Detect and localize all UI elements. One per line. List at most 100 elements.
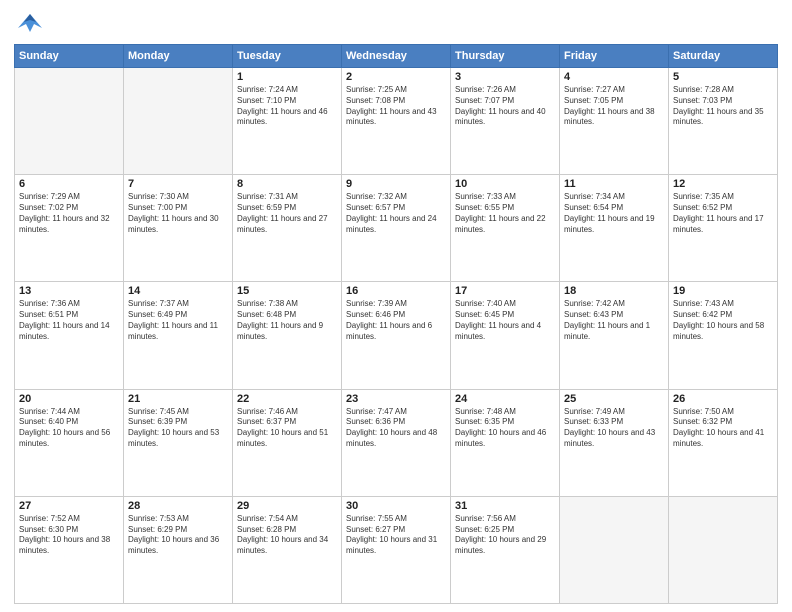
- day-number: 5: [673, 71, 773, 83]
- cell-details: Sunrise: 7:31 AMSunset: 6:59 PMDaylight:…: [237, 192, 337, 235]
- day-number: 14: [128, 285, 228, 297]
- day-number: 8: [237, 178, 337, 190]
- calendar-cell: 3 Sunrise: 7:26 AMSunset: 7:07 PMDaylight…: [451, 68, 560, 175]
- day-number: 9: [346, 178, 446, 190]
- logo-bird-icon: [14, 10, 46, 38]
- day-header-friday: Friday: [560, 45, 669, 68]
- day-number: 4: [564, 71, 664, 83]
- day-number: 7: [128, 178, 228, 190]
- calendar-cell: 12 Sunrise: 7:35 AMSunset: 6:52 PMDayligh…: [669, 175, 778, 282]
- cell-details: Sunrise: 7:39 AMSunset: 6:46 PMDaylight:…: [346, 299, 446, 342]
- cell-details: Sunrise: 7:44 AMSunset: 6:40 PMDaylight:…: [19, 407, 119, 450]
- calendar-cell: 7 Sunrise: 7:30 AMSunset: 7:00 PMDaylight…: [124, 175, 233, 282]
- calendar-week-5: 27 Sunrise: 7:52 AMSunset: 6:30 PMDayligh…: [15, 496, 778, 603]
- day-number: 3: [455, 71, 555, 83]
- calendar-cell: 31 Sunrise: 7:56 AMSunset: 6:25 PMDayligh…: [451, 496, 560, 603]
- day-number: 16: [346, 285, 446, 297]
- calendar-cell: 16 Sunrise: 7:39 AMSunset: 6:46 PMDayligh…: [342, 282, 451, 389]
- day-number: 31: [455, 500, 555, 512]
- cell-details: Sunrise: 7:45 AMSunset: 6:39 PMDaylight:…: [128, 407, 228, 450]
- cell-details: Sunrise: 7:35 AMSunset: 6:52 PMDaylight:…: [673, 192, 773, 235]
- day-number: 29: [237, 500, 337, 512]
- calendar-cell: 29 Sunrise: 7:54 AMSunset: 6:28 PMDayligh…: [233, 496, 342, 603]
- calendar-cell: 14 Sunrise: 7:37 AMSunset: 6:49 PMDayligh…: [124, 282, 233, 389]
- calendar-week-4: 20 Sunrise: 7:44 AMSunset: 6:40 PMDayligh…: [15, 389, 778, 496]
- calendar-cell: 18Sunrise: 7:42 AMSunset: 6:43 PMDayligh…: [560, 282, 669, 389]
- day-number: 17: [455, 285, 555, 297]
- page: SundayMondayTuesdayWednesdayThursdayFrid…: [0, 0, 792, 612]
- calendar-cell: 10 Sunrise: 7:33 AMSunset: 6:55 PMDayligh…: [451, 175, 560, 282]
- calendar-week-3: 13Sunrise: 7:36 AMSunset: 6:51 PMDayligh…: [15, 282, 778, 389]
- calendar-cell: 8 Sunrise: 7:31 AMSunset: 6:59 PMDaylight…: [233, 175, 342, 282]
- cell-details: Sunrise: 7:55 AMSunset: 6:27 PMDaylight:…: [346, 514, 446, 557]
- cell-details: Sunrise: 7:36 AMSunset: 6:51 PMDaylight:…: [19, 299, 119, 342]
- day-number: 30: [346, 500, 446, 512]
- cell-details: Sunrise: 7:54 AMSunset: 6:28 PMDaylight:…: [237, 514, 337, 557]
- logo: [14, 10, 50, 38]
- day-number: 10: [455, 178, 555, 190]
- day-number: 24: [455, 393, 555, 405]
- calendar-cell: [15, 68, 124, 175]
- day-header-thursday: Thursday: [451, 45, 560, 68]
- day-header-wednesday: Wednesday: [342, 45, 451, 68]
- day-number: 12: [673, 178, 773, 190]
- cell-details: Sunrise: 7:50 AMSunset: 6:32 PMDaylight:…: [673, 407, 773, 450]
- cell-details: Sunrise: 7:27 AMSunset: 7:05 PMDaylight:…: [564, 85, 664, 128]
- cell-details: Sunrise: 7:26 AMSunset: 7:07 PMDaylight:…: [455, 85, 555, 128]
- calendar-cell: 9 Sunrise: 7:32 AMSunset: 6:57 PMDaylight…: [342, 175, 451, 282]
- day-header-monday: Monday: [124, 45, 233, 68]
- day-number: 20: [19, 393, 119, 405]
- calendar-cell: 26Sunrise: 7:50 AMSunset: 6:32 PMDayligh…: [669, 389, 778, 496]
- cell-details: Sunrise: 7:32 AMSunset: 6:57 PMDaylight:…: [346, 192, 446, 235]
- calendar-cell: 22Sunrise: 7:46 AMSunset: 6:37 PMDayligh…: [233, 389, 342, 496]
- calendar-cell: 4 Sunrise: 7:27 AMSunset: 7:05 PMDaylight…: [560, 68, 669, 175]
- day-number: 22: [237, 393, 337, 405]
- calendar-cell: [669, 496, 778, 603]
- cell-details: Sunrise: 7:48 AMSunset: 6:35 PMDaylight:…: [455, 407, 555, 450]
- cell-details: Sunrise: 7:52 AMSunset: 6:30 PMDaylight:…: [19, 514, 119, 557]
- calendar-cell: 1Sunrise: 7:24 AMSunset: 7:10 PMDaylight…: [233, 68, 342, 175]
- calendar-week-1: 1Sunrise: 7:24 AMSunset: 7:10 PMDaylight…: [15, 68, 778, 175]
- day-header-saturday: Saturday: [669, 45, 778, 68]
- cell-details: Sunrise: 7:24 AMSunset: 7:10 PMDaylight:…: [237, 85, 337, 128]
- calendar-cell: 2 Sunrise: 7:25 AMSunset: 7:08 PMDaylight…: [342, 68, 451, 175]
- header: [14, 10, 778, 38]
- day-number: 15: [237, 285, 337, 297]
- calendar-cell: 5Sunrise: 7:28 AMSunset: 7:03 PMDaylight…: [669, 68, 778, 175]
- calendar-cell: 28Sunrise: 7:53 AMSunset: 6:29 PMDayligh…: [124, 496, 233, 603]
- day-number: 11: [564, 178, 664, 190]
- cell-details: Sunrise: 7:42 AMSunset: 6:43 PMDaylight:…: [564, 299, 664, 342]
- calendar-cell: 21 Sunrise: 7:45 AMSunset: 6:39 PMDayligh…: [124, 389, 233, 496]
- day-number: 2: [346, 71, 446, 83]
- calendar-cell: 13Sunrise: 7:36 AMSunset: 6:51 PMDayligh…: [15, 282, 124, 389]
- cell-details: Sunrise: 7:40 AMSunset: 6:45 PMDaylight:…: [455, 299, 555, 342]
- calendar-cell: 30 Sunrise: 7:55 AMSunset: 6:27 PMDayligh…: [342, 496, 451, 603]
- cell-details: Sunrise: 7:37 AMSunset: 6:49 PMDaylight:…: [128, 299, 228, 342]
- calendar-cell: [124, 68, 233, 175]
- cell-details: Sunrise: 7:43 AMSunset: 6:42 PMDaylight:…: [673, 299, 773, 342]
- cell-details: Sunrise: 7:25 AMSunset: 7:08 PMDaylight:…: [346, 85, 446, 128]
- calendar-cell: 17 Sunrise: 7:40 AMSunset: 6:45 PMDayligh…: [451, 282, 560, 389]
- day-number: 23: [346, 393, 446, 405]
- calendar-cell: 11 Sunrise: 7:34 AMSunset: 6:54 PMDayligh…: [560, 175, 669, 282]
- day-number: 6: [19, 178, 119, 190]
- day-number: 21: [128, 393, 228, 405]
- calendar-cell: [560, 496, 669, 603]
- calendar-cell: 27 Sunrise: 7:52 AMSunset: 6:30 PMDayligh…: [15, 496, 124, 603]
- cell-details: Sunrise: 7:30 AMSunset: 7:00 PMDaylight:…: [128, 192, 228, 235]
- day-number: 27: [19, 500, 119, 512]
- day-header-tuesday: Tuesday: [233, 45, 342, 68]
- cell-details: Sunrise: 7:34 AMSunset: 6:54 PMDaylight:…: [564, 192, 664, 235]
- cell-details: Sunrise: 7:56 AMSunset: 6:25 PMDaylight:…: [455, 514, 555, 557]
- calendar-cell: 20 Sunrise: 7:44 AMSunset: 6:40 PMDayligh…: [15, 389, 124, 496]
- calendar-cell: 15 Sunrise: 7:38 AMSunset: 6:48 PMDayligh…: [233, 282, 342, 389]
- cell-details: Sunrise: 7:47 AMSunset: 6:36 PMDaylight:…: [346, 407, 446, 450]
- cell-details: Sunrise: 7:33 AMSunset: 6:55 PMDaylight:…: [455, 192, 555, 235]
- cell-details: Sunrise: 7:38 AMSunset: 6:48 PMDaylight:…: [237, 299, 337, 342]
- day-number: 28: [128, 500, 228, 512]
- calendar-week-2: 6Sunrise: 7:29 AMSunset: 7:02 PMDaylight…: [15, 175, 778, 282]
- calendar-cell: 19Sunrise: 7:43 AMSunset: 6:42 PMDayligh…: [669, 282, 778, 389]
- calendar-cell: 6Sunrise: 7:29 AMSunset: 7:02 PMDaylight…: [15, 175, 124, 282]
- calendar-cell: 23 Sunrise: 7:47 AMSunset: 6:36 PMDayligh…: [342, 389, 451, 496]
- day-header-sunday: Sunday: [15, 45, 124, 68]
